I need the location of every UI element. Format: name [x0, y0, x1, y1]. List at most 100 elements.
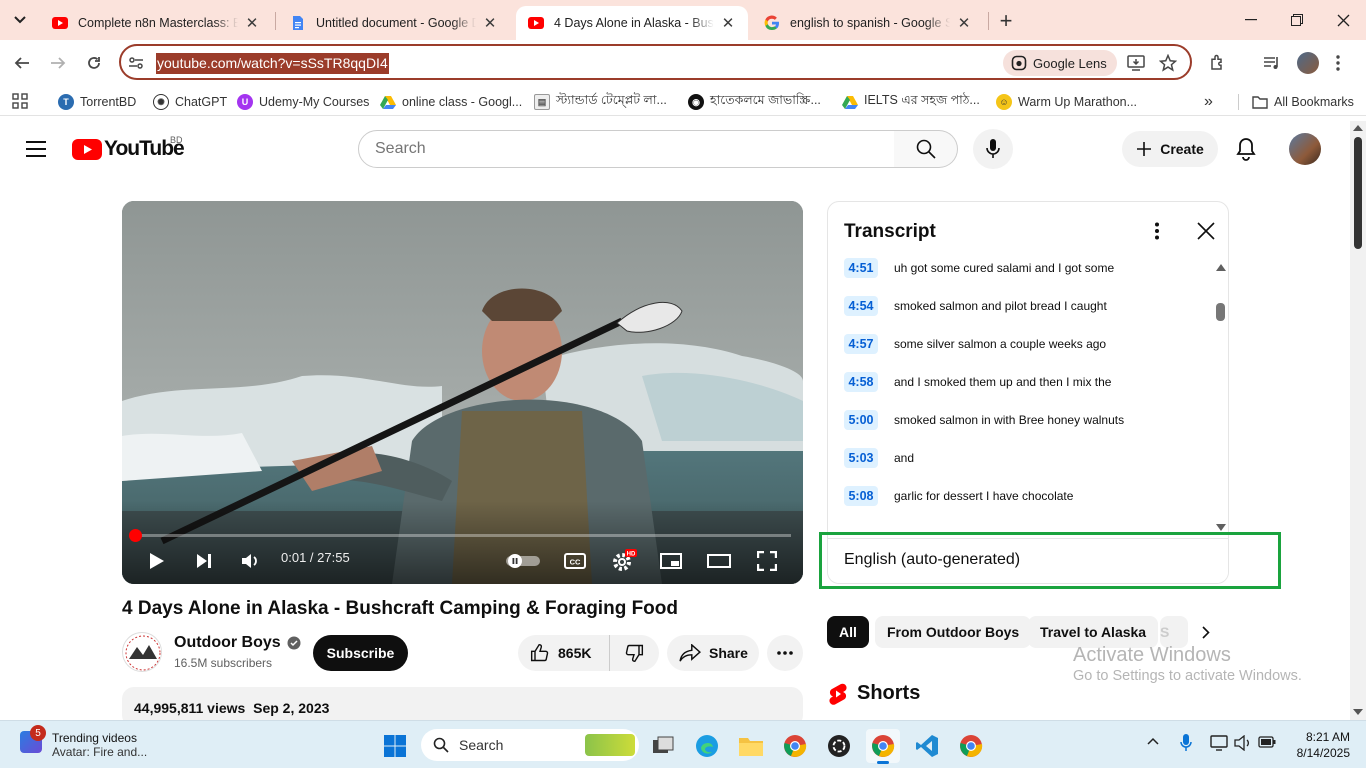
bookmark-ielts[interactable]: IELTS এর সহজ পাঠ... [842, 92, 980, 112]
chip-all[interactable]: All [827, 616, 869, 648]
tab-alaska-video[interactable]: 4 Days Alone in Alaska - Bushcr ✕ [516, 6, 748, 40]
folder-icon [1252, 96, 1268, 109]
minimize-button[interactable] [1228, 0, 1274, 40]
scroll-down-arrow-icon[interactable] [1216, 524, 1226, 531]
restore-button[interactable] [1274, 0, 1320, 40]
miniplayer-button[interactable] [658, 545, 684, 577]
autoplay-toggle[interactable] [506, 545, 540, 577]
transcript-scrollbar-thumb[interactable] [1216, 303, 1225, 321]
scroll-down-arrow-icon[interactable] [1353, 709, 1363, 715]
apps-grid-icon[interactable] [12, 93, 28, 109]
site-info-icon[interactable] [124, 51, 148, 75]
bookmark-udemy[interactable]: U Udemy-My Courses [237, 92, 369, 112]
speaker-icon[interactable] [1234, 735, 1252, 751]
taskbar-edge[interactable] [690, 729, 724, 763]
play-button[interactable] [144, 545, 170, 577]
create-button[interactable]: Create [1122, 131, 1218, 167]
close-icon[interactable]: ✕ [956, 15, 972, 32]
close-icon[interactable]: ✕ [482, 15, 498, 32]
taskbar-search[interactable]: Search [421, 729, 639, 761]
tab-search-button[interactable] [8, 8, 32, 32]
chevron-right-icon [1202, 625, 1210, 639]
youtube-logo[interactable]: YouTube [72, 137, 185, 161]
bookmark-warm-up[interactable]: ☺ Warm Up Marathon... [996, 92, 1137, 112]
transcript-segment[interactable]: 5:03 and [844, 447, 914, 469]
like-button[interactable]: 865K [518, 635, 610, 671]
transcript-segment[interactable]: 4:51 uh got some cured salami and I got s… [844, 257, 1114, 279]
scroll-up-arrow-icon[interactable] [1216, 264, 1226, 271]
taskbar-task-view[interactable] [646, 729, 680, 763]
scroll-up-arrow-icon[interactable] [1353, 125, 1363, 131]
all-bookmarks-button[interactable]: All Bookmarks [1252, 92, 1354, 112]
profile-avatar[interactable] [1297, 52, 1319, 74]
video-player[interactable]: 0:01 / 27:55 CC HD [122, 201, 803, 584]
progress-scrubber[interactable] [129, 529, 142, 542]
search-input[interactable]: Search [358, 130, 895, 168]
hamburger-menu-icon[interactable] [26, 141, 46, 157]
star-icon[interactable] [1156, 51, 1180, 75]
extensions-icon[interactable] [1206, 51, 1230, 75]
more-vert-icon[interactable] [1326, 51, 1350, 75]
search-button[interactable] [894, 130, 958, 168]
google-lens-button[interactable]: Google Lens [1003, 50, 1117, 76]
share-button[interactable]: Share [667, 635, 759, 671]
transcript-close-icon[interactable] [1197, 222, 1215, 240]
more-actions-button[interactable] [767, 635, 803, 671]
install-app-icon[interactable] [1124, 51, 1148, 75]
voice-search-button[interactable] [973, 129, 1013, 169]
bookmark-torrentbd[interactable]: T TorrentBD [58, 92, 136, 112]
url-text[interactable]: youtube.com/watch?v=sSsTR8qqDI4 [156, 53, 389, 74]
taskbar-chrome[interactable] [778, 729, 812, 763]
close-window-button[interactable] [1320, 0, 1366, 40]
subscribe-button[interactable]: Subscribe [313, 635, 408, 671]
taskbar-file-explorer[interactable] [734, 729, 768, 763]
chips-scroll-right-button[interactable] [1192, 618, 1220, 646]
settings-button[interactable]: HD [610, 545, 638, 577]
tab-google-search[interactable]: english to spanish - Google Sea ✕ [752, 6, 984, 40]
taskbar-vscode[interactable] [910, 729, 944, 763]
media-control-icon[interactable] [1260, 51, 1284, 75]
battery-icon[interactable] [1258, 736, 1276, 748]
clock[interactable]: 8:21 AM 8/14/2025 [1288, 729, 1350, 761]
volume-button[interactable] [238, 545, 262, 577]
start-button[interactable] [378, 729, 412, 763]
channel-avatar[interactable] [122, 632, 162, 672]
show-hidden-icons-chevron-icon[interactable] [1147, 737, 1159, 745]
next-button[interactable] [192, 545, 216, 577]
back-button[interactable] [8, 49, 36, 77]
channel-name[interactable]: Outdoor Boys [174, 634, 301, 652]
theater-mode-button[interactable] [705, 545, 733, 577]
taskbar-chrome-profile-active[interactable] [866, 729, 900, 764]
bookmark-javascript[interactable]: ◉ হাতেকলমে জাভাস্ক্রি... [688, 92, 821, 112]
taskbar-chatgpt[interactable] [822, 729, 856, 763]
transcript-segment[interactable]: 4:58 and I smoked them up and then I mix … [844, 371, 1111, 393]
chip-from-outdoor-boys[interactable]: From Outdoor Boys [875, 616, 1032, 648]
network-icon[interactable] [1210, 735, 1228, 751]
more-bookmarks-chevron-icon[interactable]: » [1204, 92, 1213, 112]
transcript-more-icon[interactable] [1154, 222, 1160, 240]
forward-button[interactable] [44, 49, 72, 77]
close-icon[interactable]: ✕ [244, 15, 260, 32]
fullscreen-button[interactable] [754, 545, 780, 577]
dislike-button[interactable] [610, 635, 658, 671]
tab-google-docs[interactable]: Untitled document - Google Do ✕ [278, 6, 510, 40]
bookmark-chatgpt[interactable]: ✺ ChatGPT [153, 92, 227, 112]
account-avatar[interactable] [1289, 133, 1321, 165]
transcript-segment[interactable]: 4:54 smoked salmon and pilot bread I caug… [844, 295, 1107, 317]
bookmark-template[interactable]: ▤ স্ট্যান্ডার্ড টেম্প্লেট লা... [534, 92, 667, 112]
captions-button[interactable]: CC [562, 545, 588, 577]
taskbar-chrome-2[interactable] [954, 729, 988, 763]
transcript-segment[interactable]: 5:00 smoked salmon in with Bree honey wal… [844, 409, 1124, 431]
widgets-button[interactable]: 5 Trending videos Avatar: Fire and... [20, 725, 147, 759]
transcript-segment[interactable]: 4:57 some silver salmon a couple weeks ag… [844, 333, 1106, 355]
page-scrollbar-thumb[interactable] [1354, 137, 1362, 249]
microphone-icon[interactable] [1180, 734, 1192, 752]
close-icon[interactable]: ✕ [720, 15, 736, 32]
notifications-bell-icon[interactable] [1236, 137, 1256, 161]
tab-n8n[interactable]: Complete n8n Masterclass: Buil ✕ [40, 6, 272, 40]
progress-bar[interactable] [134, 534, 791, 537]
transcript-segment[interactable]: 5:08 garlic for dessert I have chocolate [844, 485, 1073, 507]
reload-button[interactable] [80, 49, 108, 77]
new-tab-button[interactable]: + [994, 8, 1018, 33]
bookmark-online-class[interactable]: online class - Googl... [380, 92, 522, 112]
